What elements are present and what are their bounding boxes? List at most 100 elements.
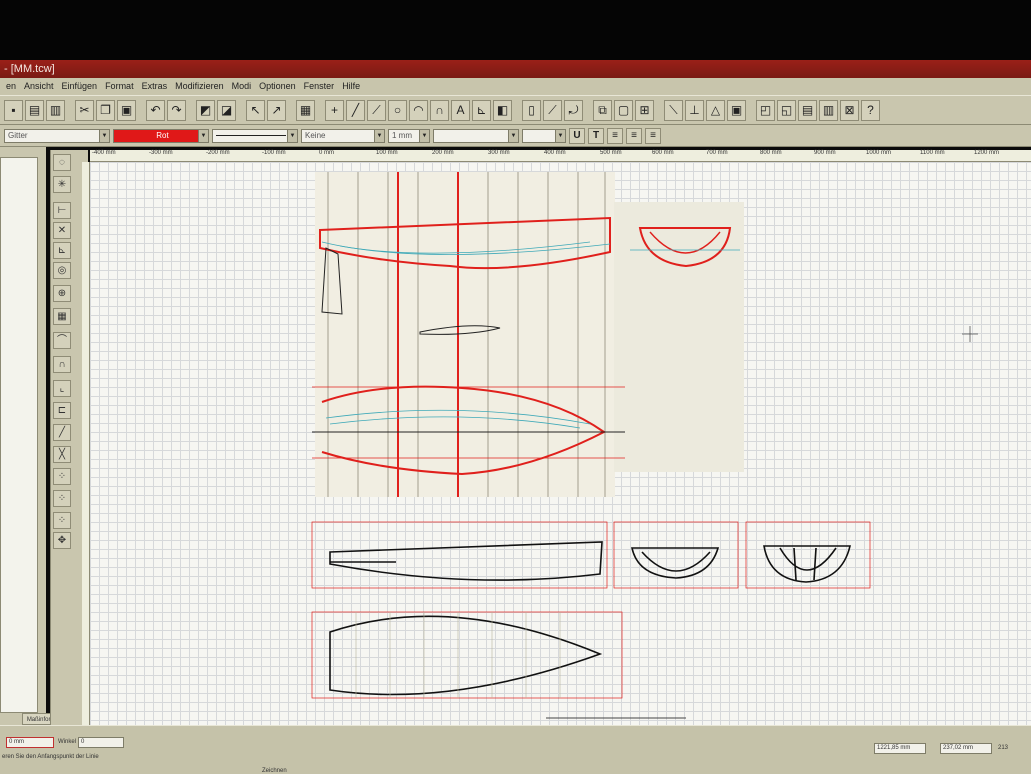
- horizontal-ruler: -400 mm -300 mm -200 mm -100 mm 0 mm 100…: [90, 150, 1031, 162]
- menu-item-insert[interactable]: Einfügen: [58, 78, 102, 95]
- taskbar-item[interactable]: Zeichnen: [262, 768, 287, 774]
- menu-bar: en Ansicht Einfügen Format Extras Modifi…: [0, 78, 1031, 95]
- angle-field[interactable]: 0: [78, 737, 124, 748]
- line-width-select[interactable]: 1 mm ▼: [388, 128, 430, 143]
- menu-item-help[interactable]: Hilfe: [338, 78, 364, 95]
- text-icon[interactable]: A: [451, 99, 470, 121]
- vertical-ruler: [82, 162, 90, 725]
- line-style-sample: [216, 134, 286, 136]
- snap-end-icon[interactable]: ⊢: [53, 202, 71, 219]
- circle-icon[interactable]: ○: [388, 99, 407, 121]
- curve-icon[interactable]: ∩: [430, 99, 449, 121]
- snap-center-icon[interactable]: ⊕: [53, 285, 71, 302]
- snap-line-icon[interactable]: ╱: [53, 424, 71, 441]
- window-icon[interactable]: ▤: [798, 99, 817, 121]
- select-arrow-icon[interactable]: ↖: [246, 99, 265, 121]
- hatch-select[interactable]: ▼: [433, 128, 519, 143]
- snap-perp-icon[interactable]: ⊾: [53, 242, 71, 259]
- group-icon[interactable]: ⧉: [593, 99, 612, 121]
- paste-icon[interactable]: ▣: [117, 99, 136, 121]
- save-icon[interactable]: ▪: [4, 99, 23, 121]
- menu-item-window[interactable]: Fenster: [300, 78, 339, 95]
- menu-item-options[interactable]: Optionen: [255, 78, 300, 95]
- snap-circle-icon[interactable]: ◎: [53, 262, 71, 279]
- align-left-icon[interactable]: ≡: [607, 127, 623, 144]
- view-icon[interactable]: ▥: [819, 99, 838, 121]
- arc-icon[interactable]: ◠: [409, 99, 428, 121]
- print-preview-icon[interactable]: ▥: [46, 99, 65, 121]
- monitor-bezel: [0, 0, 1031, 60]
- edit-arrow-icon[interactable]: ↗: [267, 99, 286, 121]
- wall-icon[interactable]: ▯: [522, 99, 541, 121]
- chevron-down-icon[interactable]: ▼: [287, 129, 297, 142]
- chevron-down-icon[interactable]: ▼: [508, 129, 518, 142]
- status-bar: 0 mm Winkel 0 eren Sie den Anfangspunkt …: [0, 725, 1031, 774]
- dimension-icon[interactable]: ⊾: [472, 99, 491, 121]
- grid-dots-3-icon[interactable]: ⁘: [53, 512, 71, 529]
- chevron-down-icon[interactable]: ▼: [198, 129, 208, 142]
- menu-item-format[interactable]: Format: [101, 78, 138, 95]
- layers-icon[interactable]: ◩: [196, 99, 215, 121]
- menu-item-extras[interactable]: Extras: [138, 78, 172, 95]
- fill-icon[interactable]: ◧: [493, 99, 512, 121]
- line-style-select[interactable]: ▼: [212, 128, 298, 143]
- move-icon[interactable]: ✥: [53, 532, 71, 549]
- redo-icon[interactable]: ↷: [167, 99, 186, 121]
- measure-icon[interactable]: ⟋: [543, 99, 562, 121]
- fill-select[interactable]: Keine ▼: [301, 128, 385, 143]
- cut-icon[interactable]: ✂: [75, 99, 94, 121]
- align-icon[interactable]: ⊞: [635, 99, 654, 121]
- front-icon[interactable]: ◰: [756, 99, 775, 121]
- symbol-icon[interactable]: ▣: [727, 99, 746, 121]
- snap-icon[interactable]: ◌: [53, 154, 71, 171]
- properties-icon[interactable]: ◪: [217, 99, 236, 121]
- snap-quad-icon[interactable]: ⊏: [53, 402, 71, 419]
- align-center-icon[interactable]: ≡: [626, 127, 642, 144]
- polyline-icon[interactable]: ⟋: [367, 99, 386, 121]
- boat-lines-drawing: [311, 172, 978, 719]
- help-icon[interactable]: ?: [861, 99, 880, 121]
- length-field[interactable]: 0 mm: [6, 737, 54, 748]
- window-title-bar: - [MM.tcw]: [0, 60, 1031, 78]
- snap-mid-icon[interactable]: ✕: [53, 222, 71, 239]
- print-icon[interactable]: ▤: [25, 99, 44, 121]
- trim-icon[interactable]: ⊥: [685, 99, 704, 121]
- underline-button[interactable]: U: [569, 127, 585, 144]
- copy-icon[interactable]: ❐: [96, 99, 115, 121]
- snap-grid-icon[interactable]: ▦: [53, 308, 71, 325]
- snap-tangent-icon[interactable]: ⌒: [53, 332, 71, 349]
- coord-x-field: 1221,85 mm: [874, 743, 926, 754]
- delete-view-icon[interactable]: ⊠: [840, 99, 859, 121]
- menu-item-modes[interactable]: Modi: [228, 78, 256, 95]
- menu-item-modify[interactable]: Modifizieren: [171, 78, 228, 95]
- grid-dots-2-icon[interactable]: ⁘: [53, 490, 71, 507]
- snap-point-icon[interactable]: ✳: [53, 176, 71, 193]
- chevron-down-icon[interactable]: ▼: [555, 129, 565, 142]
- text-style-button[interactable]: T: [588, 127, 604, 144]
- point-icon[interactable]: +: [325, 99, 344, 121]
- table-icon[interactable]: ▦: [296, 99, 315, 121]
- menu-item-file[interactable]: en: [2, 78, 20, 95]
- chevron-down-icon[interactable]: ▼: [419, 129, 429, 142]
- menu-item-view[interactable]: Ansicht: [20, 78, 58, 95]
- crosshair-cursor-icon: [962, 326, 978, 342]
- align-right-icon[interactable]: ≡: [645, 127, 661, 144]
- snap-arc-icon[interactable]: ∩: [53, 356, 71, 373]
- grid-dots-icon[interactable]: ⁘: [53, 468, 71, 485]
- dimension-info-list[interactable]: [0, 157, 38, 713]
- rotate-icon[interactable]: ⤾: [564, 99, 583, 121]
- color-select[interactable]: Rot ▼: [113, 128, 209, 143]
- undo-icon[interactable]: ↶: [146, 99, 165, 121]
- back-icon[interactable]: ◱: [777, 99, 796, 121]
- line-icon[interactable]: ╱: [346, 99, 365, 121]
- font-size-select[interactable]: ▼: [522, 128, 566, 143]
- mirror-icon[interactable]: ⟍: [664, 99, 683, 121]
- layer-select[interactable]: Gitter ▼: [4, 128, 110, 143]
- drawing-canvas[interactable]: [90, 162, 1031, 725]
- snap-edge-icon[interactable]: ⌞: [53, 380, 71, 397]
- chevron-down-icon[interactable]: ▼: [374, 129, 384, 142]
- snap-intersect-icon[interactable]: ╳: [53, 446, 71, 463]
- triangle-icon[interactable]: △: [706, 99, 725, 121]
- ungroup-icon[interactable]: ▢: [614, 99, 633, 121]
- chevron-down-icon[interactable]: ▼: [99, 129, 109, 142]
